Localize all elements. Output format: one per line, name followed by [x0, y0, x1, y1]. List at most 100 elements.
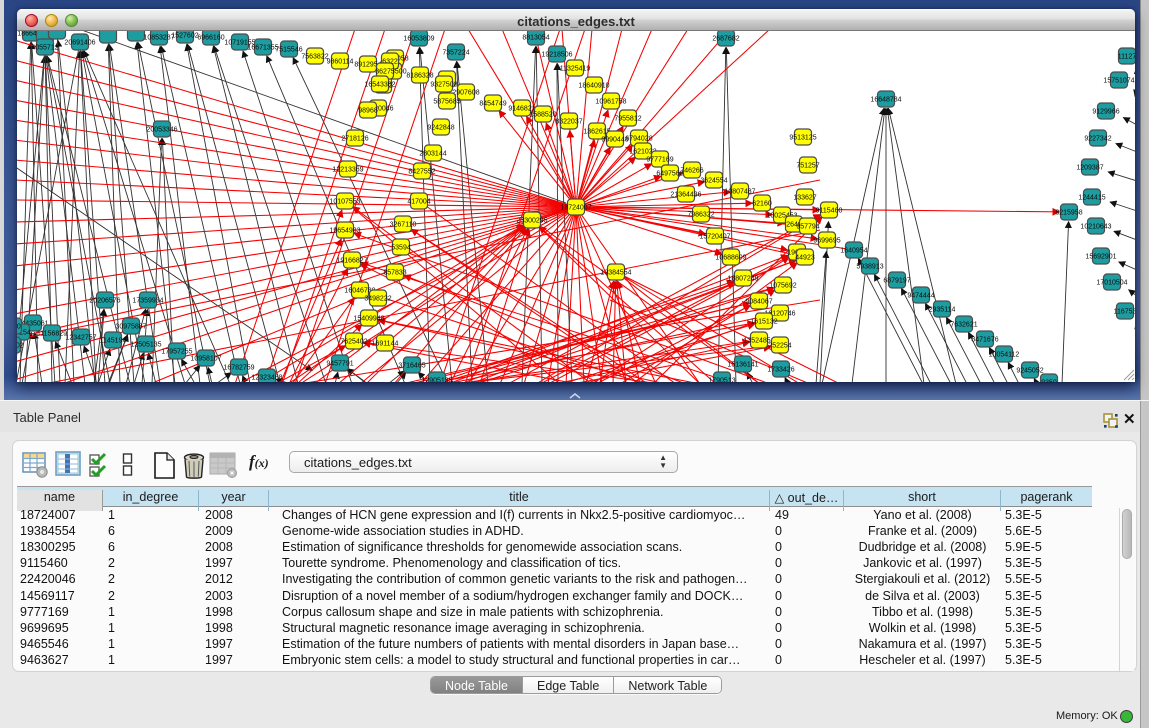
svg-text:21364436: 21364436	[670, 192, 701, 199]
svg-text:16648784: 16648784	[870, 97, 901, 104]
svg-text:18807249: 18807249	[727, 276, 758, 283]
svg-text:1588520: 1588520	[529, 112, 556, 119]
svg-text:4055712: 4055712	[31, 45, 58, 52]
svg-text:11127: 11127	[1118, 54, 1135, 61]
svg-text:10807487: 10807487	[724, 189, 755, 196]
svg-text:20206576: 20206576	[89, 298, 120, 305]
svg-text:7986322: 7986322	[687, 212, 714, 219]
svg-text:12323468: 12323468	[251, 375, 282, 382]
svg-text:857833: 857833	[383, 270, 406, 277]
svg-text:10961758: 10961758	[595, 99, 626, 106]
svg-text:53594: 53594	[391, 245, 411, 252]
svg-text:9242848: 9242848	[427, 125, 454, 132]
svg-text:1640954: 1640954	[840, 248, 867, 255]
svg-text:1209387: 1209387	[1076, 165, 1103, 172]
svg-text:8215958: 8215958	[1055, 210, 1082, 217]
svg-text:44923: 44923	[795, 255, 815, 262]
svg-text:19166827: 19166827	[336, 258, 367, 265]
svg-text:7625402: 7625402	[340, 339, 367, 346]
svg-text:20053346: 20053346	[146, 127, 177, 134]
svg-text:19654983: 19654983	[329, 228, 360, 235]
svg-text:7563822: 7563822	[301, 54, 328, 61]
svg-text:15692901: 15692901	[1085, 254, 1116, 261]
svg-text:2907608: 2907608	[452, 90, 479, 97]
svg-text:17010504: 17010504	[1096, 280, 1127, 287]
svg-text:1145194: 1145194	[100, 338, 127, 345]
svg-text:9327508: 9327508	[430, 82, 457, 89]
svg-text:12342757: 12342757	[65, 335, 96, 342]
svg-text:9150: 9150	[17, 324, 21, 331]
svg-text:9129966: 9129966	[1092, 109, 1119, 116]
svg-text:957794: 957794	[796, 224, 819, 231]
svg-text:3716465: 3716465	[398, 363, 425, 370]
svg-text:2718126: 2718126	[341, 136, 368, 143]
svg-text:12905135: 12905135	[421, 378, 452, 383]
svg-text:16782759: 16782759	[223, 365, 254, 372]
svg-text:10054112: 10054112	[989, 352, 1020, 359]
svg-text:19384554: 19384554	[600, 270, 631, 277]
svg-text:252254: 252254	[768, 343, 791, 350]
svg-text:7357224: 7357224	[442, 50, 469, 57]
svg-text:18724007: 18724007	[560, 205, 591, 212]
svg-text:5875685: 5875685	[433, 99, 460, 106]
svg-text:10958107: 10958107	[190, 356, 221, 363]
svg-text:19218506: 19218506	[541, 52, 572, 59]
svg-text:10853287: 10853287	[143, 35, 174, 42]
svg-text:2935114: 2935114	[929, 307, 956, 314]
svg-text:1615132: 1615132	[750, 319, 777, 326]
svg-text:1733426: 1733426	[767, 367, 794, 374]
svg-text:17359934: 17359934	[132, 298, 163, 305]
svg-text:8322037: 8322037	[555, 119, 582, 126]
svg-text:9860114: 9860114	[327, 59, 354, 66]
svg-text:746266: 746266	[680, 168, 703, 175]
svg-text:15751074: 15751074	[1103, 78, 1134, 85]
svg-text:133627: 133627	[793, 195, 816, 202]
svg-text:9115460: 9115460	[816, 208, 843, 215]
svg-text:8186328: 8186328	[406, 73, 433, 80]
svg-text:9227342: 9227342	[1084, 136, 1111, 143]
svg-text:3498222: 3498222	[364, 296, 391, 303]
svg-text:62160: 62160	[752, 201, 772, 208]
svg-text:8454749: 8454749	[479, 101, 506, 108]
svg-text:9777169: 9777169	[646, 157, 673, 164]
svg-text:3267110: 3267110	[390, 222, 417, 229]
svg-text:6879197: 6879197	[883, 278, 910, 285]
svg-text:12505135: 12505135	[130, 342, 161, 349]
svg-text:8427552: 8427552	[408, 169, 435, 176]
svg-text:9699695: 9699695	[813, 238, 840, 245]
svg-text:1527602: 1527602	[171, 33, 198, 40]
svg-text:1075692: 1075692	[769, 283, 796, 290]
svg-text:17957255: 17957255	[161, 349, 192, 356]
svg-text:9513125: 9513125	[789, 135, 816, 142]
svg-text:15720407: 15720407	[699, 234, 730, 241]
svg-text:30975887: 30975887	[115, 324, 146, 331]
svg-text:176102: 176102	[17, 343, 24, 350]
svg-text:9457791: 9457791	[326, 361, 353, 368]
svg-text:5938913: 5938913	[856, 264, 883, 271]
svg-text:751257: 751257	[796, 163, 819, 170]
svg-text:11325419: 11325419	[560, 66, 591, 73]
svg-text:116753: 116753	[1114, 309, 1135, 316]
svg-text:6966160: 6966160	[197, 35, 224, 42]
svg-text:1691144: 1691144	[372, 341, 399, 348]
svg-text:6794028: 6794028	[625, 136, 652, 143]
svg-text:7955812: 7955812	[614, 116, 641, 123]
svg-text:16671355: 16671355	[247, 45, 278, 52]
svg-text:9350: 9350	[1041, 380, 1057, 383]
svg-text:9084067: 9084067	[745, 299, 772, 306]
svg-text:2803144: 2803144	[419, 151, 446, 158]
svg-text:98968: 98968	[358, 108, 378, 115]
svg-text:16053809: 16053809	[403, 36, 434, 43]
svg-text:11156829: 11156829	[37, 331, 67, 338]
svg-text:18640910: 18640910	[578, 83, 609, 90]
svg-text:12213369: 12213369	[332, 167, 363, 174]
svg-text:10688609: 10688609	[715, 255, 746, 262]
svg-text:7632621: 7632621	[950, 322, 977, 329]
svg-text:15136141: 15136141	[727, 362, 758, 369]
svg-text:10107553: 10107553	[329, 199, 360, 206]
svg-text:15409948: 15409948	[353, 316, 384, 323]
svg-text:10210643: 10210643	[1080, 224, 1111, 231]
svg-text:3624554: 3624554	[700, 178, 727, 185]
svg-text:9474444: 9474444	[907, 293, 934, 300]
svg-text:2687682: 2687682	[712, 36, 739, 43]
